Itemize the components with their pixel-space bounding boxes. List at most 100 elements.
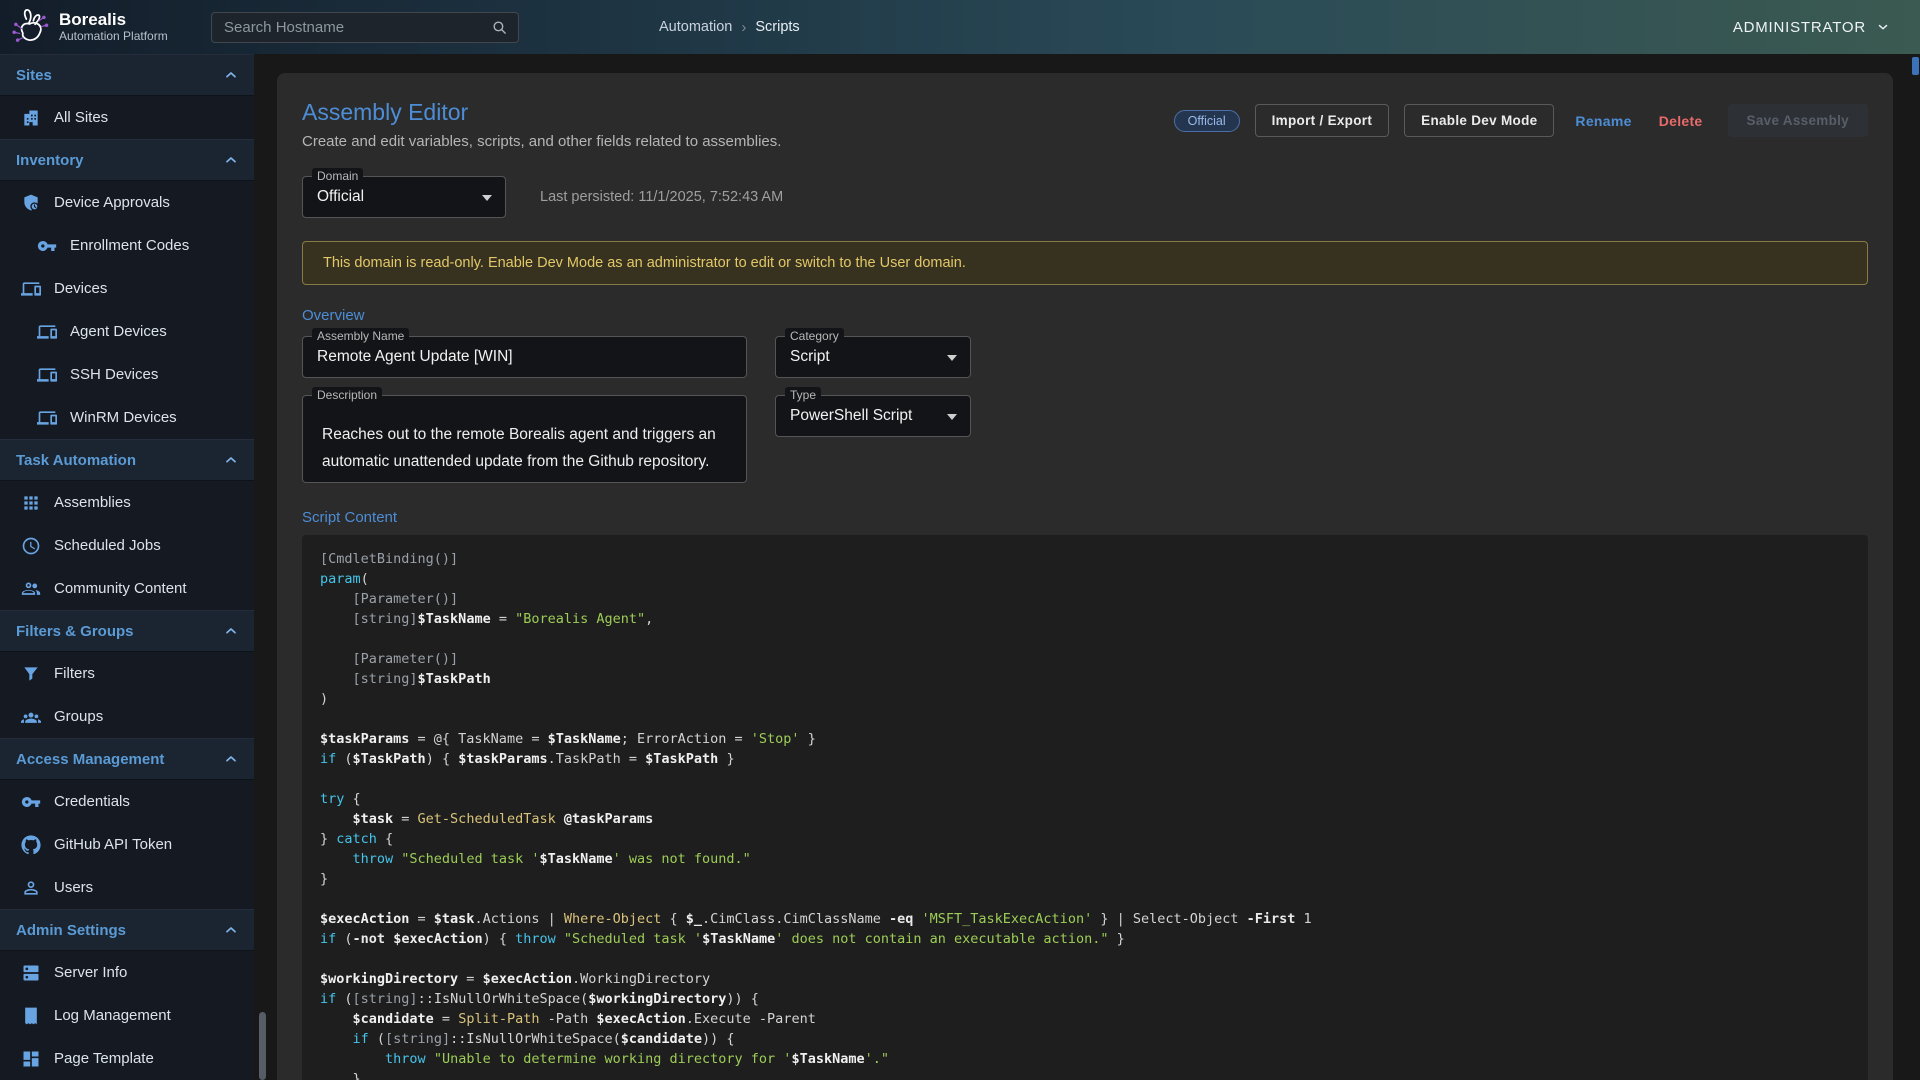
clock-icon: [21, 536, 41, 556]
chevron-down-icon: [1876, 20, 1890, 34]
sidebar-item-label: Credentials: [54, 793, 130, 810]
user-menu[interactable]: ADMINISTRATOR: [1733, 19, 1890, 36]
sidebar-item-label: WinRM Devices: [70, 409, 177, 426]
brand: Borealis Automation Platform: [0, 6, 196, 48]
script-editor[interactable]: [CmdletBinding()]param( [Parameter()] [s…: [302, 535, 1868, 1080]
last-persisted-text: Last persisted: 11/1/2025, 7:52:43 AM: [540, 189, 783, 205]
sidebar-item-all-sites[interactable]: All Sites: [0, 96, 254, 139]
shield-icon: [21, 193, 41, 213]
sidebar-item-assemblies[interactable]: Assemblies: [0, 481, 254, 524]
sidebar-item-label: Users: [54, 879, 93, 896]
assembly-name-field[interactable]: Assembly Name Remote Agent Update [WIN]: [302, 336, 747, 378]
breadcrumb: Automation › Scripts: [659, 19, 800, 36]
sidebar-item-device-approvals[interactable]: Device Approvals: [0, 181, 254, 224]
script-content-section-label: Script Content: [302, 509, 1868, 526]
sidebar-item-page-template[interactable]: Page Template: [0, 1037, 254, 1080]
type-select-label: Type: [785, 387, 821, 403]
page-scrollbar[interactable]: [1912, 57, 1919, 75]
sidebar-item-label: Community Content: [54, 580, 187, 597]
sidebar-item-label: Scheduled Jobs: [54, 537, 161, 554]
sidebar-section-label: Admin Settings: [16, 922, 126, 939]
sidebar-item-log-management[interactable]: Log Management: [0, 994, 254, 1037]
server-icon: [21, 963, 41, 983]
overview-form: Assembly Name Remote Agent Update [WIN] …: [302, 336, 1868, 483]
editor-heading: Assembly Editor Create and edit variable…: [302, 99, 781, 150]
sidebar-item-enrollment-codes[interactable]: Enrollment Codes: [0, 224, 254, 267]
sidebar-item-label: Enrollment Codes: [70, 237, 189, 254]
sidebar-item-filters[interactable]: Filters: [0, 652, 254, 695]
sidebar-item-label: Device Approvals: [54, 194, 170, 211]
breadcrumb-separator-icon: ›: [741, 19, 746, 36]
devices-icon: [37, 322, 57, 342]
person-icon: [21, 878, 41, 898]
enable-dev-mode-button[interactable]: Enable Dev Mode: [1404, 104, 1554, 137]
domain-select[interactable]: Domain Official: [302, 176, 506, 218]
sidebar-item-scheduled-jobs[interactable]: Scheduled Jobs: [0, 524, 254, 567]
people-icon: [21, 579, 41, 599]
chevron-up-icon: [223, 751, 239, 767]
groups-icon: [21, 707, 41, 727]
sidebar-section-label: Task Automation: [16, 452, 136, 469]
sidebar-item-label: Assemblies: [54, 494, 131, 511]
sidebar-item-github-api-token[interactable]: GitHub API Token: [0, 823, 254, 866]
sidebar-section-inventory[interactable]: Inventory: [0, 139, 254, 181]
sidebar-item-credentials[interactable]: Credentials: [0, 780, 254, 823]
assembly-editor-panel: Assembly Editor Create and edit variable…: [277, 73, 1893, 1080]
rename-button[interactable]: Rename: [1569, 107, 1637, 135]
delete-button[interactable]: Delete: [1653, 107, 1709, 135]
sidebar-section-label: Filters & Groups: [16, 623, 134, 640]
sidebar-item-devices[interactable]: Devices: [0, 267, 254, 310]
sidebar-section-label: Inventory: [16, 152, 84, 169]
sidebar-section-access-management[interactable]: Access Management: [0, 738, 254, 780]
sidebar-item-label: Agent Devices: [70, 323, 167, 340]
official-badge: Official: [1174, 110, 1240, 132]
domain-select-label: Domain: [312, 168, 363, 184]
sidebar-item-label: Page Template: [54, 1050, 154, 1067]
category-select[interactable]: Category Script: [775, 336, 971, 378]
devices-icon: [21, 279, 41, 299]
grid-icon: [21, 493, 41, 513]
sidebar-item-server-info[interactable]: Server Info: [0, 951, 254, 994]
type-select[interactable]: Type PowerShell Script: [775, 395, 971, 437]
sidebar-item-users[interactable]: Users: [0, 866, 254, 909]
search-box[interactable]: [211, 12, 519, 43]
sidebar-item-groups[interactable]: Groups: [0, 695, 254, 738]
borealis-logo-icon: [8, 6, 50, 48]
sidebar-item-ssh-devices[interactable]: SSH Devices: [0, 353, 254, 396]
log-icon: [21, 1006, 41, 1026]
description-label: Description: [312, 387, 382, 403]
readonly-notice-banner: This domain is read-only. Enable Dev Mod…: [302, 241, 1868, 285]
sidebar-item-label: Devices: [54, 280, 107, 297]
sidebar-section-admin-settings[interactable]: Admin Settings: [0, 909, 254, 951]
page-subtitle: Create and edit variables, scripts, and …: [302, 133, 781, 150]
sidebar-section-task-automation[interactable]: Task Automation: [0, 439, 254, 481]
overview-section-label: Overview: [302, 307, 1868, 324]
template-icon: [21, 1049, 41, 1069]
description-value: Reaches out to the remote Borealis agent…: [303, 396, 746, 475]
key-icon: [37, 236, 57, 256]
sidebar-section-filters-groups[interactable]: Filters & Groups: [0, 610, 254, 652]
main-content: Assembly Editor Create and edit variable…: [254, 54, 1920, 1080]
top-header: Borealis Automation Platform Automation …: [0, 0, 1920, 54]
description-field[interactable]: Description Reaches out to the remote Bo…: [302, 395, 747, 483]
sidebar-item-agent-devices[interactable]: Agent Devices: [0, 310, 254, 353]
page-title: Assembly Editor: [302, 99, 781, 126]
sidebar-section-sites[interactable]: Sites: [0, 54, 254, 96]
chevron-up-icon: [223, 152, 239, 168]
sidebar-item-label: Groups: [54, 708, 103, 725]
breadcrumb-scripts[interactable]: Scripts: [755, 19, 799, 35]
sidebar-item-label: SSH Devices: [70, 366, 158, 383]
sidebar-item-community-content[interactable]: Community Content: [0, 567, 254, 610]
sidebar-item-winrm-devices[interactable]: WinRM Devices: [0, 396, 254, 439]
chevron-up-icon: [223, 67, 239, 83]
search-input[interactable]: [224, 19, 491, 36]
breadcrumb-automation[interactable]: Automation: [659, 19, 732, 35]
devices-icon: [37, 408, 57, 428]
search-icon: [491, 19, 508, 36]
devices-icon: [37, 365, 57, 385]
category-select-label: Category: [785, 328, 844, 344]
sidebar-scrollbar[interactable]: [259, 1012, 266, 1080]
import-export-button[interactable]: Import / Export: [1255, 104, 1390, 137]
brand-title: Borealis: [59, 10, 168, 30]
save-assembly-button[interactable]: Save Assembly: [1728, 104, 1868, 137]
